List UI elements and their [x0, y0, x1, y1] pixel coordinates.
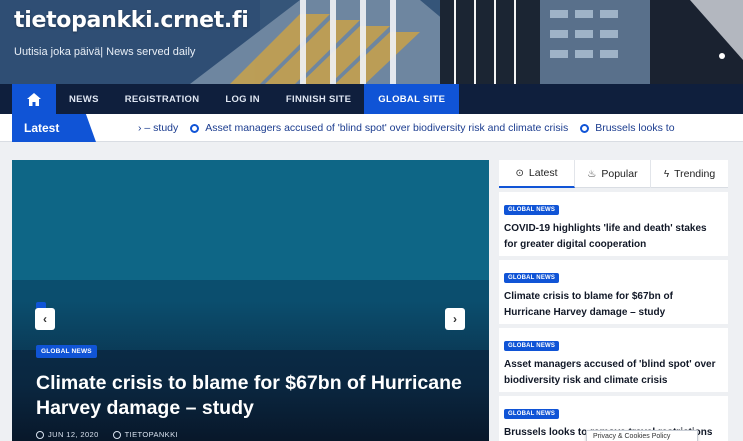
main-navigation: NEWS REGISTRATION LOG IN FINNISH SITE GL…: [0, 84, 743, 114]
ticker-item[interactable]: Asset managers accused of 'blind spot' o…: [205, 122, 568, 134]
sidebar-tab-bar: ⊙ Latest ♨ Popular ϟ Trending: [499, 160, 728, 188]
circle-icon: [190, 123, 200, 133]
user-icon: [112, 430, 121, 439]
nav-item-global-site[interactable]: GLOBAL SITE: [364, 84, 460, 114]
tab-label: Popular: [601, 168, 638, 180]
featured-slider[interactable]: ‹ › GLOBAL NEWS Climate crisis to blame …: [12, 160, 489, 441]
news-ticker: Latest › – study Asset managers accused …: [0, 114, 743, 142]
slider-prev-button[interactable]: ‹: [35, 308, 55, 330]
category-badge[interactable]: GLOBAL NEWS: [504, 341, 560, 351]
site-tagline: Uutisia joka päivä| News served daily: [14, 46, 196, 58]
post-title[interactable]: Asset managers accused of 'blind spot' o…: [504, 357, 722, 389]
nav-item-news[interactable]: NEWS: [56, 84, 112, 114]
tab-latest[interactable]: ⊙ Latest: [499, 160, 575, 188]
category-badge[interactable]: GLOBAL NEWS: [504, 409, 560, 419]
tab-popular[interactable]: ♨ Popular: [575, 160, 651, 188]
list-item[interactable]: GLOBAL NEWS Climate crisis to blame for …: [499, 260, 728, 324]
clock-icon: ⊙: [515, 167, 524, 179]
category-badge[interactable]: GLOBAL NEWS: [504, 273, 560, 283]
list-item[interactable]: GLOBAL NEWS Asset managers accused of 'b…: [499, 328, 728, 392]
cookie-policy-button[interactable]: Privacy & Cookies Policy: [586, 430, 698, 441]
tab-trending[interactable]: ϟ Trending: [651, 160, 728, 188]
site-title[interactable]: tietopankki.crnet.fi: [14, 8, 249, 33]
hero-meta: JUN 12, 2020 TIETOPANKKI: [36, 430, 178, 439]
sidebar-tabs-widget: ⊙ Latest ♨ Popular ϟ Trending GLOBAL NEW…: [499, 160, 728, 441]
post-title[interactable]: COVID-19 highlights 'life and death' sta…: [504, 221, 722, 253]
ticker-track: › – study Asset managers accused of 'bli…: [138, 114, 675, 142]
ticker-label: Latest: [12, 114, 96, 142]
fire-icon: ♨: [587, 168, 597, 180]
ticker-item-fragment[interactable]: › – study: [138, 122, 178, 134]
nav-item-registration[interactable]: REGISTRATION: [112, 84, 213, 114]
nav-home-button[interactable]: [12, 84, 56, 114]
list-item[interactable]: GLOBAL NEWS COVID-19 highlights 'life an…: [499, 192, 728, 256]
slider-next-button[interactable]: ›: [445, 308, 465, 330]
nav-item-log-in[interactable]: LOG IN: [212, 84, 273, 114]
tab-label: Trending: [674, 168, 716, 180]
post-title[interactable]: Climate crisis to blame for $67bn of Hur…: [504, 289, 722, 321]
hero-title[interactable]: Climate crisis to blame for $67bn of Hur…: [36, 371, 476, 421]
chevron-left-icon: ‹: [43, 312, 47, 326]
clock-icon: [36, 430, 44, 439]
nav-item-finnish-site[interactable]: FINNISH SITE: [273, 84, 364, 114]
ticker-item[interactable]: Brussels looks to: [595, 122, 674, 134]
category-badge[interactable]: GLOBAL NEWS: [36, 345, 97, 358]
category-badge[interactable]: GLOBAL NEWS: [504, 205, 560, 215]
post-date[interactable]: JUN 12, 2020: [48, 430, 99, 439]
tab-label: Latest: [528, 167, 558, 179]
post-author[interactable]: TIETOPANKKI: [125, 430, 178, 439]
circle-icon: [580, 123, 590, 133]
home-icon: [27, 92, 41, 106]
header-banner: tietopankki.crnet.fi Uutisia joka päivä|…: [0, 0, 743, 84]
chevron-right-icon: ›: [453, 312, 457, 326]
bolt-icon: ϟ: [663, 168, 670, 180]
